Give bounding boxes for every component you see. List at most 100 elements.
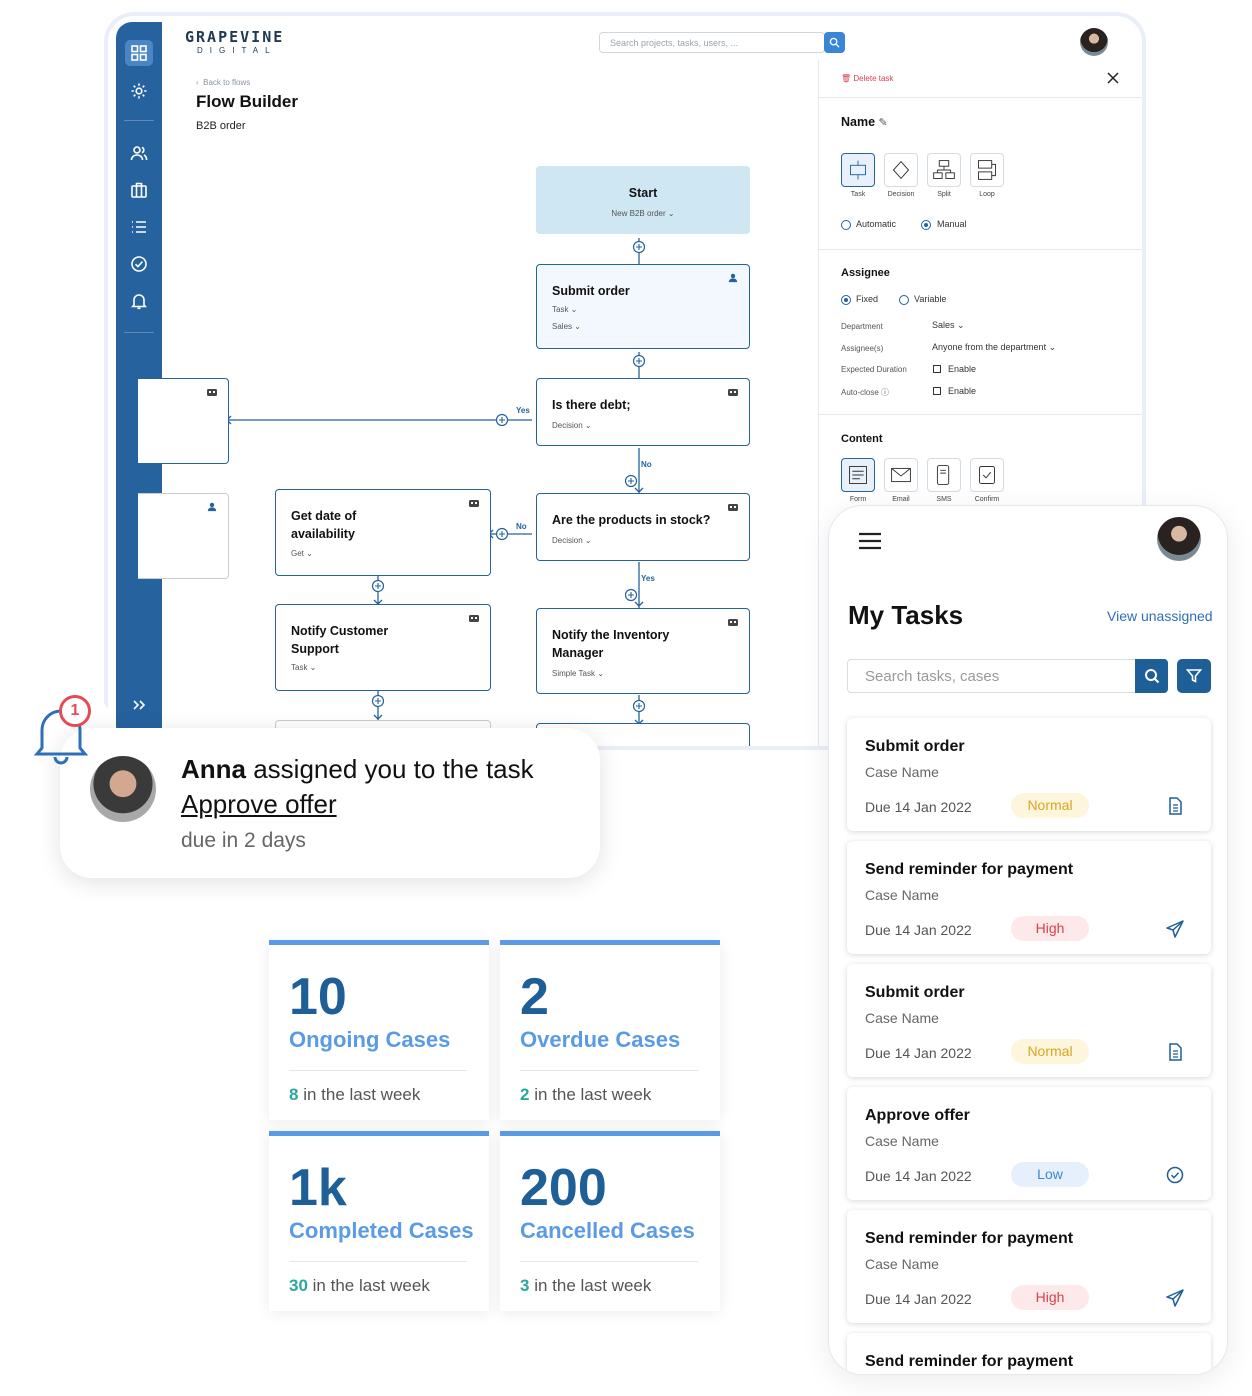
filter-icon [1186, 669, 1202, 683]
edit-icon: ✎ [878, 117, 888, 129]
priority-badge: Low [1011, 1162, 1089, 1187]
notification-card[interactable]: Anna assigned you to the task Approve of… [60, 728, 600, 878]
settings-icon[interactable] [125, 78, 153, 104]
task-card[interactable]: Submit order Case Name Due 14 Jan 2022 Nor… [847, 964, 1211, 1077]
cropped-node[interactable] [138, 493, 229, 579]
stock-decision-node[interactable]: Are the products in stock? Decision ⌄ [536, 493, 750, 561]
duration-label: Expected Duration [841, 365, 907, 374]
customer-support-node[interactable]: Notify Customer Support Task ⌄ [275, 604, 491, 691]
stat-card-completed[interactable]: 1k Completed Cases 30 in the last week [269, 1131, 489, 1311]
anna-avatar [90, 756, 156, 822]
label-no: No [641, 460, 652, 469]
user-avatar[interactable] [1157, 517, 1201, 561]
loop-icon [978, 160, 996, 180]
priority-badge: High [1011, 916, 1089, 941]
robot-icon [469, 500, 479, 507]
fixed-radio[interactable] [841, 295, 851, 305]
autoclose-label: Auto-close ⓘ [841, 388, 890, 397]
start-node[interactable]: Start New B2B order ⌄ [536, 166, 750, 234]
notification-due: due in 2 days [181, 829, 306, 852]
submit-order-node[interactable]: Submit order Task ⌄ Sales ⌄ [536, 264, 750, 349]
send-icon[interactable] [1165, 1288, 1185, 1308]
content-heading: Content [841, 433, 883, 445]
content-email[interactable] [884, 458, 918, 492]
department-select[interactable]: Sales ⌄ [932, 320, 965, 331]
check-circle-icon[interactable] [125, 251, 153, 277]
user-avatar[interactable] [1080, 28, 1108, 56]
check-circle-icon[interactable] [1165, 1165, 1185, 1185]
list-icon[interactable] [125, 214, 153, 240]
autoclose-checkbox[interactable] [933, 387, 941, 395]
briefcase-icon[interactable] [125, 177, 153, 203]
task-card[interactable]: Approve offer Case Name Due 14 Jan 2022 Lo… [847, 1087, 1211, 1200]
notification-badge: 1 [59, 695, 91, 727]
help-icon: ⓘ [881, 388, 890, 397]
document-icon[interactable] [1165, 796, 1185, 816]
task-card[interactable]: Send reminder for payment Case Name Due 14… [847, 841, 1211, 954]
inventory-manager-node[interactable]: Notify the Inventory Manager Simple Task… [536, 608, 750, 694]
document-icon[interactable] [1165, 1042, 1185, 1062]
mobile-app: My Tasks View unassigned Search tasks, c… [828, 505, 1228, 1375]
confirm-icon [979, 466, 995, 484]
manual-label: Manual [937, 219, 967, 229]
filter-button[interactable] [1177, 659, 1211, 693]
dashboard-icon[interactable] [125, 40, 153, 66]
robot-icon [728, 504, 738, 511]
task-card[interactable]: Submit order Case Name Due 14 Jan 2022 Nor… [847, 718, 1211, 831]
type-task[interactable] [841, 153, 875, 187]
trash-icon: 🗑 [841, 74, 852, 83]
search-icon [829, 37, 840, 48]
delete-task-link[interactable]: 🗑 Delete task [841, 74, 893, 83]
type-label: Split [937, 191, 951, 198]
priority-badge: Normal [1011, 1039, 1089, 1064]
stat-label: Completed Cases [289, 1218, 474, 1243]
assignees-select[interactable]: Anyone from the department ⌄ [932, 342, 1056, 353]
priority-badge: High [1011, 1285, 1089, 1310]
automatic-label: Automatic [856, 219, 897, 229]
stat-card-cancelled[interactable]: 200 Cancelled Cases 3 in the last week [500, 1131, 720, 1311]
notification-task-link[interactable]: Approve offer [181, 789, 337, 820]
content-label: Form [849, 496, 867, 503]
task-card[interactable]: Send reminder for payment [847, 1333, 1211, 1374]
type-decision[interactable] [884, 153, 918, 187]
users-icon[interactable] [125, 140, 153, 166]
fixed-label: Fixed [856, 294, 879, 304]
search-button[interactable] [1135, 659, 1168, 693]
stat-week: 3 in the last week [520, 1276, 652, 1295]
stat-label: Ongoing Cases [289, 1027, 451, 1052]
manual-radio[interactable] [921, 220, 931, 230]
stat-value: 200 [520, 1159, 607, 1217]
decision-icon [892, 160, 910, 180]
duration-checkbox[interactable] [933, 365, 941, 373]
type-split[interactable] [927, 153, 961, 187]
task-card[interactable]: Send reminder for payment Case Name Due 14… [847, 1210, 1211, 1323]
availability-node[interactable]: Get date of availability Get ⌄ [275, 489, 491, 576]
type-label: Loop [979, 191, 995, 198]
enable-label: Enable [948, 364, 977, 374]
sms-icon [936, 465, 950, 485]
stat-card-ongoing[interactable]: 10 Ongoing Cases 8 in the last week [269, 940, 489, 1120]
close-icon[interactable] [1107, 72, 1119, 84]
automatic-radio[interactable] [841, 220, 851, 230]
content-confirm[interactable] [970, 458, 1004, 492]
cropped-node[interactable] [138, 378, 229, 464]
view-unassigned-link[interactable]: View unassigned [1107, 608, 1213, 624]
stat-card-overdue[interactable]: 2 Overdue Cases 2 in the last week [500, 940, 720, 1120]
search-input[interactable]: Search tasks, cases [847, 659, 1137, 693]
stat-label: Cancelled Cases [520, 1218, 695, 1243]
stat-week: 2 in the last week [520, 1085, 652, 1104]
menu-icon[interactable] [858, 532, 882, 550]
name-label: Name ✎ [841, 115, 888, 129]
form-icon [849, 466, 867, 484]
bell-icon[interactable] [125, 288, 153, 314]
content-form[interactable] [841, 458, 875, 492]
stat-value: 1k [289, 1159, 347, 1217]
content-sms[interactable] [927, 458, 961, 492]
type-loop[interactable] [970, 153, 1004, 187]
robot-icon [207, 389, 217, 396]
variable-radio[interactable] [899, 295, 909, 305]
send-icon[interactable] [1165, 919, 1185, 939]
expand-icon[interactable] [125, 692, 153, 718]
debt-decision-node[interactable]: Is there debt; Decision ⌄ [536, 378, 750, 446]
content-label: SMS [936, 496, 952, 503]
